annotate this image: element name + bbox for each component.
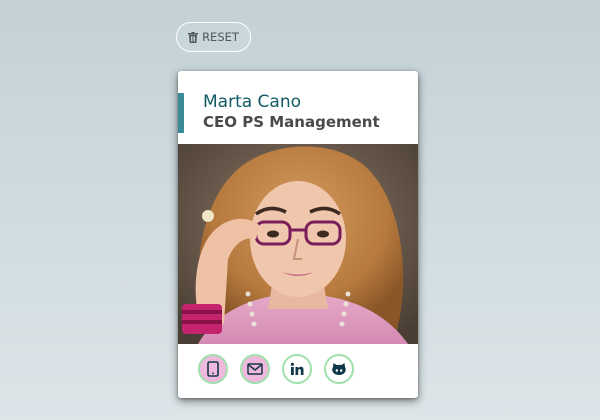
envelope-icon — [247, 363, 263, 375]
mobile-phone-icon — [207, 361, 219, 377]
profile-card: Marta Cano CEO PS Management — [178, 71, 418, 398]
reset-label: RESET — [202, 30, 239, 44]
linkedin-icon — [290, 362, 304, 376]
github-icon — [331, 362, 347, 376]
profile-photo — [178, 144, 418, 344]
card-header: Marta Cano CEO PS Management — [178, 71, 418, 144]
linkedin-button[interactable] — [282, 354, 312, 384]
email-button[interactable] — [240, 354, 270, 384]
profile-title: CEO PS Management — [203, 113, 380, 131]
trash-icon — [188, 31, 199, 43]
profile-name: Marta Cano — [203, 92, 302, 112]
accent-bar — [178, 93, 184, 133]
reset-button[interactable]: RESET — [176, 22, 251, 52]
profile-photo-image — [178, 144, 418, 344]
phone-button[interactable] — [198, 354, 228, 384]
social-links — [178, 344, 418, 398]
github-button[interactable] — [324, 354, 354, 384]
